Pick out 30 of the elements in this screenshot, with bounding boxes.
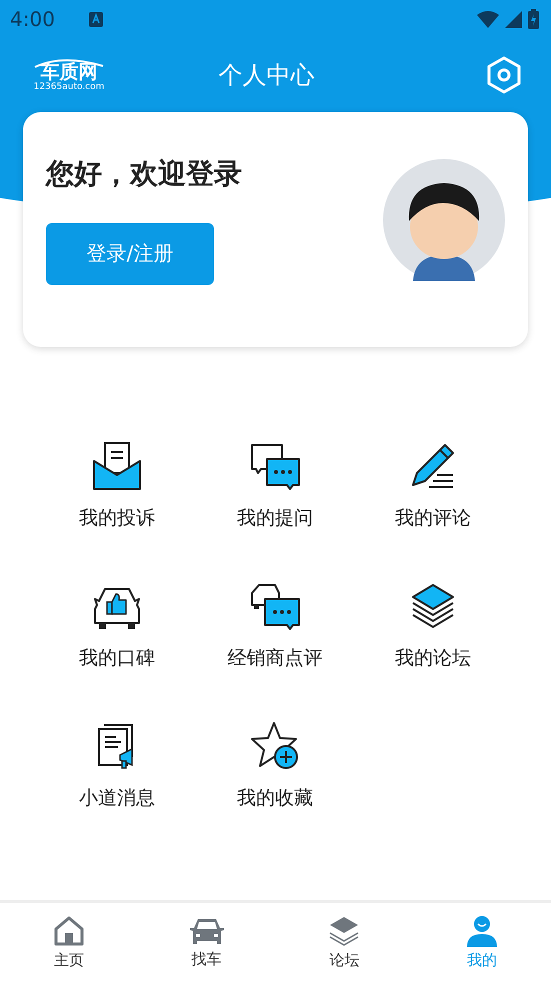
battery-icon [528,9,539,29]
menu-item[interactable]: 我的评论 [354,423,512,531]
menu-item[interactable]: 小道消息 [38,703,196,811]
layers-icon [409,581,457,631]
page-title: 个人中心 [218,60,314,91]
logo: 车质网 12365auto.com [32,58,106,92]
car-chat-icon [249,581,301,631]
menu-item[interactable]: 我的提问 [196,423,354,531]
nav-tab[interactable]: 主页 [28,914,109,970]
layers-icon [328,914,360,946]
person-icon [467,914,498,946]
menu-item[interactable]: 我的论坛 [354,563,512,671]
settings-icon[interactable] [485,55,523,95]
avatar-icon[interactable] [383,158,505,280]
menu-item[interactable]: 我的口碑 [38,563,196,671]
chat-bubbles-icon [249,441,301,491]
signal-icon [505,10,522,28]
nav-tab[interactable]: 找车 [166,916,247,968]
wifi-icon [477,10,499,28]
star-plus-icon [250,721,300,771]
menu-item[interactable]: 我的投诉 [38,423,196,531]
car-thumbs-up-icon [91,585,143,631]
pencil-icon [409,441,457,491]
menu-item[interactable]: 我的收藏 [196,703,354,811]
home-icon [52,914,85,946]
envelope-icon [92,441,142,491]
greeting-text: 您好，欢迎登录 [46,156,242,192]
menu-item[interactable]: 经销商点评 [196,563,354,671]
nav-tab[interactable]: 论坛 [304,914,384,970]
status-time: 4:00 [10,7,55,31]
